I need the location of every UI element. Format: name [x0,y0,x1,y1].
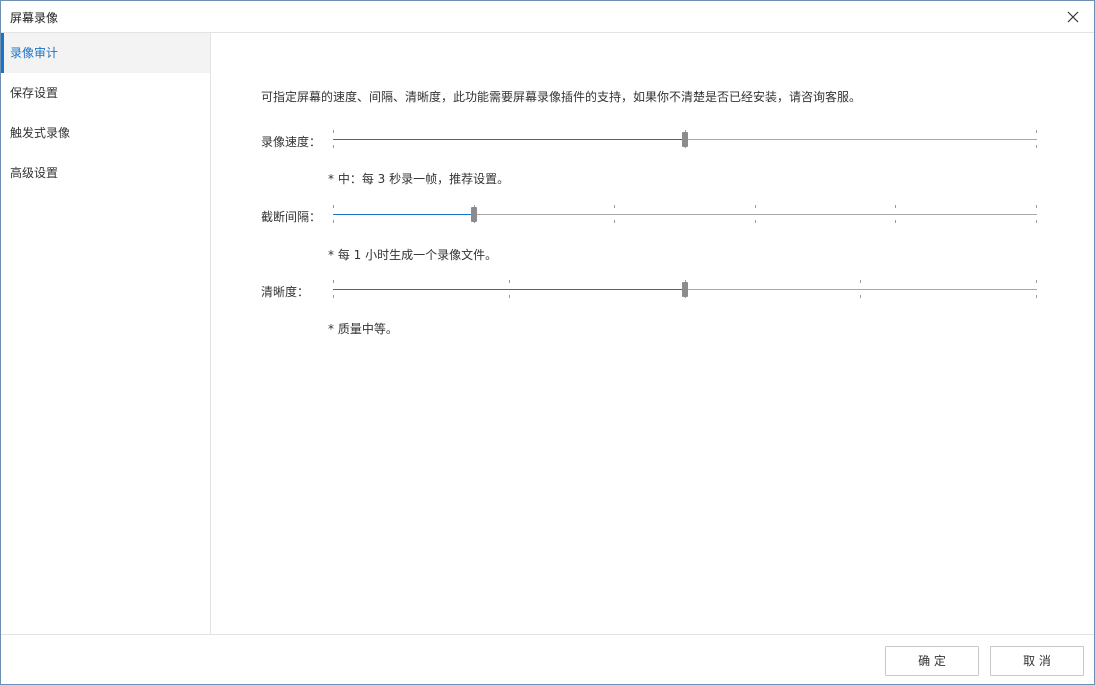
slider-fill [333,139,685,140]
slider-tick [333,130,334,133]
sidebar-item-label: 录像审计 [10,46,59,60]
slider-tick [1036,295,1037,298]
slider-fill [333,214,474,215]
slider-tick [1036,220,1037,223]
clarity-slider[interactable] [333,280,1037,300]
slider-fill [333,289,685,290]
slider-thumb[interactable] [682,132,688,147]
recording-speed-hint: * 中：每 3 秒录一帧，推荐设置。 [328,172,510,186]
slider-tick [755,220,756,223]
slider-tick [1036,205,1037,208]
sidebar-item-label: 高级设置 [10,166,59,180]
slider-tick [895,220,896,223]
slider-tick [860,280,861,283]
cancel-button[interactable]: 取 消 [990,646,1084,676]
clarity-label: 清晰度： [261,285,310,299]
sidebar-item-label: 保存设置 [10,86,59,100]
split-interval-label: 截断间隔： [261,210,322,224]
sidebar-item-recording-audit[interactable]: 录像审计 [1,33,210,73]
title-bar: 屏幕录像 [1,1,1094,33]
split-interval-hint: * 每 1 小时生成一个录像文件。 [328,248,498,262]
sidebar-item-label: 触发式录像 [10,126,71,140]
slider-tick [1036,280,1037,283]
sidebar-item-advanced-settings[interactable]: 高级设置 [1,153,210,193]
ok-button[interactable]: 确 定 [885,646,979,676]
slider-tick [333,145,334,148]
split-interval-slider[interactable] [333,205,1037,225]
slider-tick [333,295,334,298]
sidebar-item-save-settings[interactable]: 保存设置 [1,73,210,113]
slider-tick [509,280,510,283]
slider-tick [1036,130,1037,133]
sidebar: 录像审计 保存设置 触发式录像 高级设置 [1,33,211,634]
recording-speed-label: 录像速度： [261,135,322,149]
dialog-footer: 确 定 取 消 [1,634,1094,684]
recording-speed-slider[interactable] [333,130,1037,150]
settings-panel: 可指定屏幕的速度、间隔、清晰度，此功能需要屏幕录像插件的支持，如果你不清楚是否已… [212,33,1094,634]
screen-recording-dialog: 屏幕录像 录像审计 保存设置 触发式录像 高级设置 可指定屏幕的速度、间隔、清晰… [0,0,1095,685]
slider-tick [509,295,510,298]
feature-description: 可指定屏幕的速度、间隔、清晰度，此功能需要屏幕录像插件的支持，如果你不清楚是否已… [261,90,862,104]
slider-tick [860,295,861,298]
slider-tick [333,205,334,208]
slider-thumb[interactable] [682,282,688,297]
slider-tick [333,220,334,223]
slider-tick [614,220,615,223]
slider-thumb[interactable] [470,207,477,222]
sidebar-item-triggered-recording[interactable]: 触发式录像 [1,113,210,153]
dialog-title: 屏幕录像 [10,11,59,25]
slider-tick [895,205,896,208]
slider-tick [1036,145,1037,148]
close-icon[interactable] [1061,5,1085,29]
slider-tick [614,205,615,208]
slider-tick [333,280,334,283]
slider-tick [755,205,756,208]
clarity-hint: * 质量中等。 [328,322,398,336]
